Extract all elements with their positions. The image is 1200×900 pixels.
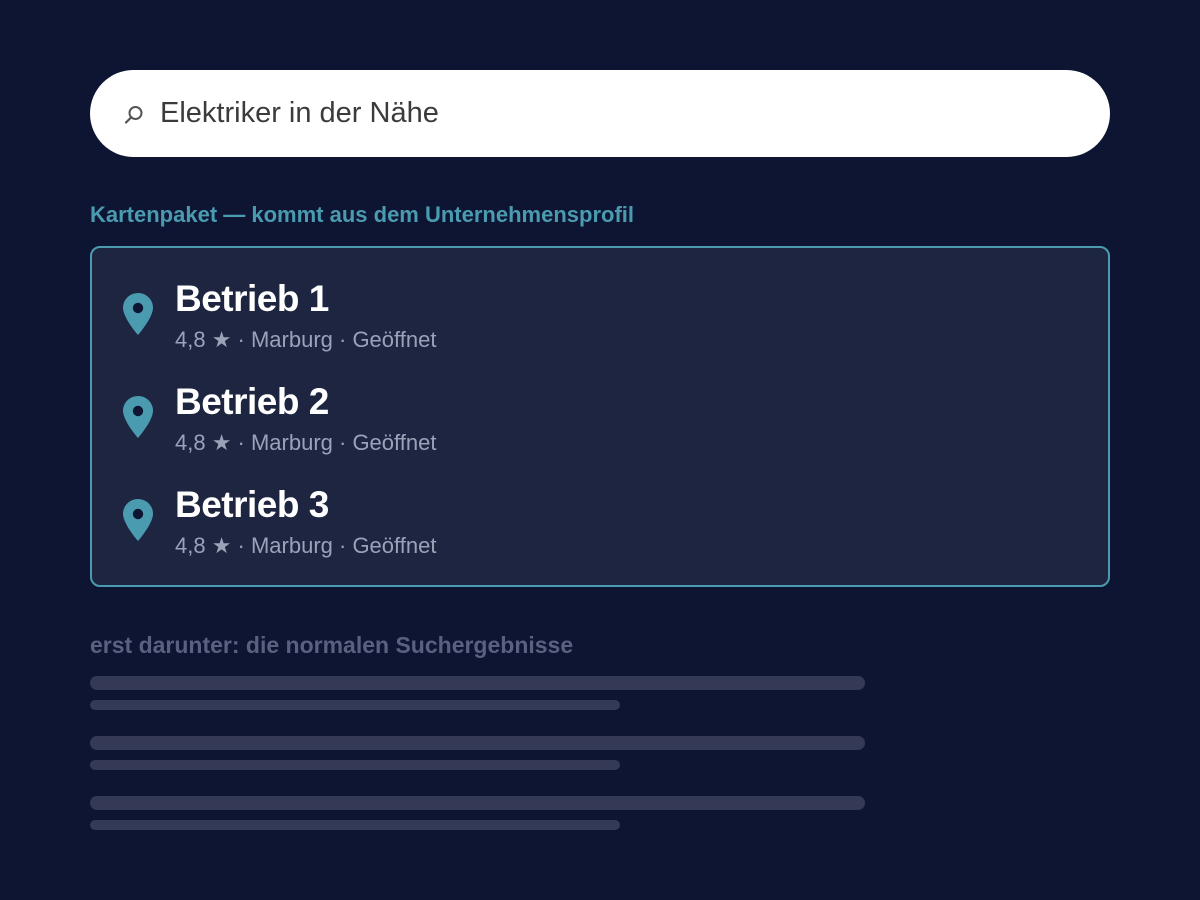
listing-name[interactable]: Betrieb 1 [175,278,329,320]
listing-item[interactable]: Betrieb 2 4,8 ★ · Marburg · Geöffnet [92,351,1108,455]
result-placeholder-snippet [90,760,620,770]
result-placeholder-title [90,736,865,750]
organic-results-label: erst darunter: die normalen Suchergebnis… [90,632,574,658]
listing-item[interactable]: Betrieb 3 4,8 ★ · Marburg · Geöffnet [92,454,1108,558]
result-placeholder-snippet [90,820,620,830]
listing-name[interactable]: Betrieb 2 [175,381,329,423]
result-placeholder-title [90,676,865,690]
map-pin-icon [122,395,154,439]
result-placeholder-snippet [90,700,620,710]
listing-meta: 4,8 ★ · Marburg · Geöffnet [175,430,437,455]
search-icon [122,103,146,127]
search-input[interactable] [160,97,1060,130]
listing-meta: 4,8 ★ · Marburg · Geöffnet [175,533,437,558]
listing-name[interactable]: Betrieb 3 [175,484,329,526]
listing-meta: 4,8 ★ · Marburg · Geöffnet [175,327,437,352]
result-placeholder-title [90,796,865,810]
map-pack: Betrieb 1 4,8 ★ · Marburg · Geöffnet Bet… [90,246,1110,587]
map-pin-icon [122,498,154,542]
search-bar[interactable] [90,70,1110,157]
listing-item[interactable]: Betrieb 1 4,8 ★ · Marburg · Geöffnet [92,248,1108,352]
map-pack-label: Kartenpaket — kommt aus dem Unternehmens… [90,202,635,227]
map-pin-icon [122,292,154,336]
